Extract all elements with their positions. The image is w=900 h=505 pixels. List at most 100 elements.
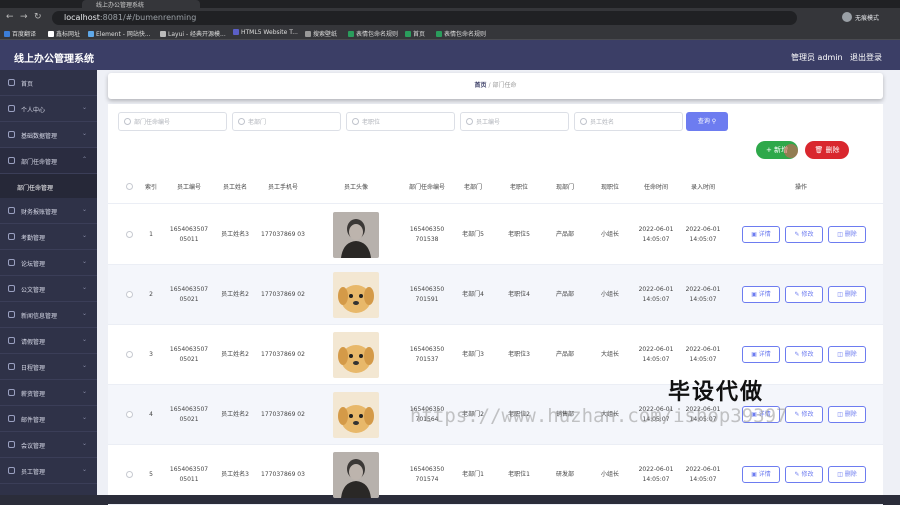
user-label: 管理员 admin (791, 53, 843, 62)
sidebar-item-finance[interactable]: 财务报账管理 ⌄ (0, 198, 97, 224)
sidebar-item-leave[interactable]: 请假管理 ⌄ (0, 328, 97, 354)
address-bar[interactable]: localhost:8081/#/bumenrenming (52, 11, 797, 25)
column-header: 员工编号 (176, 183, 201, 191)
bookmark-item[interactable]: HTML5 Website T... (233, 29, 298, 36)
row-checkbox[interactable] (126, 411, 133, 418)
search-input[interactable] (134, 116, 222, 128)
home-icon (8, 79, 15, 86)
table-cell-index: 2 (149, 291, 153, 298)
trash-icon: ◫ (837, 231, 843, 238)
table-cell-emp-no: 1654063507 05011 (169, 226, 209, 243)
row-checkbox[interactable] (126, 351, 133, 358)
table-row: 3 1654063507 05021 员工姓名2 177037869 02 165406… (108, 325, 883, 385)
delete-button[interactable]: ◫ 删除 (828, 286, 866, 303)
row-checkbox[interactable] (126, 231, 133, 238)
sidebar-item-forum[interactable]: 论坛管理 ⌄ (0, 250, 97, 276)
delete-button[interactable]: ◫ 删除 (828, 406, 866, 423)
bookmark-item[interactable]: 表情包命名规则 (348, 29, 398, 38)
bookmark-item[interactable]: 搜索壁纸 (305, 29, 337, 38)
edit-button[interactable]: ✎ 修改 (785, 406, 823, 423)
chevron-down-icon: ⌄ (81, 310, 87, 317)
table-cell-index: 1 (149, 231, 153, 238)
reload-icon[interactable]: ↻ (34, 12, 42, 22)
chevron-down-icon: ⌄ (81, 232, 87, 239)
search-field-emp-no[interactable] (460, 112, 569, 131)
delete-button[interactable]: ◫ 删除 (828, 226, 866, 243)
watermark-url: https://www.huzhan.com/ishop39397 (410, 405, 788, 427)
sidebar-item-documents[interactable]: 公文管理 ⌄ (0, 276, 97, 302)
edit-button[interactable]: ✎ 修改 (785, 466, 823, 483)
sidebar-item-appointment[interactable]: 部门任命管理 ⌃ (0, 148, 97, 174)
forward-icon[interactable]: → (20, 12, 28, 22)
detail-button[interactable]: ▣ 详情 (742, 286, 780, 303)
search-field-emp-name[interactable] (574, 112, 683, 131)
search-input[interactable] (590, 116, 678, 128)
row-checkbox[interactable] (126, 291, 133, 298)
edit-button[interactable]: ✎ 修改 (785, 226, 823, 243)
sidebar-item-label: 新闻信息管理 (21, 313, 58, 320)
column-header: 录入时间 (690, 183, 715, 191)
edit-button[interactable]: ✎ 修改 (785, 286, 823, 303)
query-button[interactable]: 查询 ⚲ (686, 112, 728, 131)
bookmark-item[interactable]: Layui - 经典开源模... (160, 29, 226, 38)
table-cell-appoint-no: 165406350 701538 (409, 226, 445, 243)
table-cell-phone: 177037869 02 (261, 291, 305, 298)
sidebar-subitem-appointment[interactable]: 部门任命管理 (0, 174, 97, 198)
edit-icon: ✎ (794, 351, 800, 358)
profile-icon[interactable] (842, 12, 852, 22)
delete-button[interactable]: ◫ 删除 (828, 466, 866, 483)
edit-label: 修改 (801, 471, 814, 478)
sidebar-item-employees[interactable]: 员工管理 ⌄ (0, 458, 97, 484)
meeting-icon (8, 441, 15, 448)
chevron-down-icon: ⌄ (81, 466, 87, 473)
logout-link[interactable]: 退出登录 (850, 52, 882, 63)
select-all-checkbox[interactable] (126, 183, 133, 190)
detail-button[interactable]: ▣ 详情 (742, 226, 780, 243)
employee-icon (8, 467, 15, 474)
bookmark-item[interactable]: Element - 网站快... (88, 29, 151, 38)
edit-label: 修改 (801, 291, 814, 298)
row-checkbox[interactable] (126, 471, 133, 478)
search-field-appoint-no[interactable] (118, 112, 227, 131)
column-header: 现部门 (555, 183, 574, 191)
sidebar-item-home[interactable]: 首页 (0, 70, 97, 96)
table-cell-new-pos: 小组长 (600, 231, 619, 238)
sidebar-item-salary[interactable]: 薪资管理 ⌄ (0, 380, 97, 406)
sidebar-item-mail[interactable]: 邮件管理 ⌄ (0, 406, 97, 432)
bookmark-item[interactable]: 鑫标网址 (48, 29, 80, 38)
table-cell-new-pos: 大组长 (600, 351, 619, 358)
breadcrumb-home[interactable]: 首页 (475, 82, 487, 89)
table-cell-appoint-time: 2022-06-01 14:05:07 (638, 226, 674, 243)
delete-button[interactable]: ◫ 删除 (828, 346, 866, 363)
table-cell-entry-time: 2022-06-01 14:05:07 (685, 286, 721, 303)
search-field-old-pos[interactable] (346, 112, 455, 131)
table-cell-new-dept: 研发部 (555, 471, 574, 478)
sidebar: 首页 个人中心 ⌄ 基础数据管理 ⌄ 部门任命管理 ⌃ 部门任命管理 财务报账管理 ⌄ … (0, 70, 97, 495)
sidebar-item-label: 请假管理 (21, 339, 46, 346)
delete-label: 删除 (844, 351, 857, 358)
sidebar-item-meeting[interactable]: 会议管理 ⌄ (0, 432, 97, 458)
detail-label: 详情 (758, 471, 771, 478)
search-icon (238, 118, 245, 125)
bookmark-item[interactable]: 百度翻译 (4, 29, 36, 38)
chevron-down-icon: ⌄ (81, 258, 87, 265)
search-input[interactable] (248, 116, 336, 128)
table-cell-name: 员工姓名2 (221, 351, 249, 358)
browser-tab-active[interactable]: 线上办公管理系统 (82, 0, 200, 9)
search-input[interactable] (362, 116, 450, 128)
table-cell-phone: 177037869 02 (261, 411, 305, 418)
detail-button[interactable]: ▣ 详情 (742, 346, 780, 363)
edit-button[interactable]: ✎ 修改 (785, 346, 823, 363)
sidebar-item-basic-data[interactable]: 基础数据管理 ⌄ (0, 122, 97, 148)
bookmark-item[interactable]: 表情包命名规则 (436, 29, 486, 38)
batch-delete-button[interactable]: 🗑 删除 (805, 141, 849, 159)
detail-button[interactable]: ▣ 详情 (742, 466, 780, 483)
back-icon[interactable]: ← (6, 12, 14, 22)
sidebar-item-schedule[interactable]: 日程管理 ⌄ (0, 354, 97, 380)
search-input[interactable] (476, 116, 564, 128)
search-field-old-dept[interactable] (232, 112, 341, 131)
sidebar-item-attendance[interactable]: 考勤管理 ⌄ (0, 224, 97, 250)
bookmark-item[interactable]: 首页 (405, 29, 425, 38)
sidebar-item-personal[interactable]: 个人中心 ⌄ (0, 96, 97, 122)
sidebar-item-news[interactable]: 新闻信息管理 ⌄ (0, 302, 97, 328)
